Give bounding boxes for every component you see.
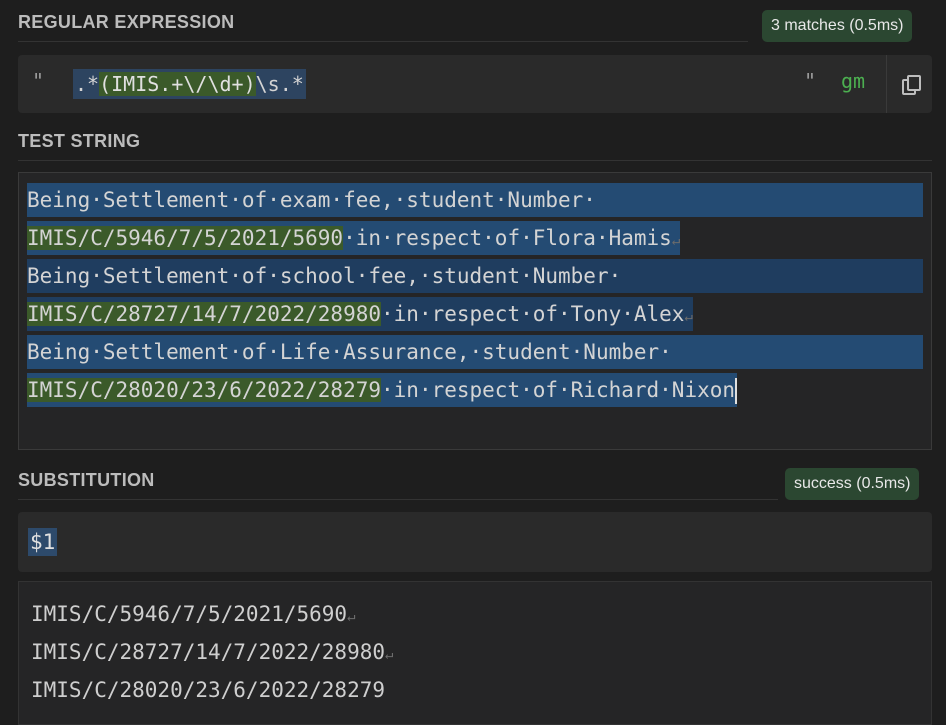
test-line-4: IMIS/C/28727/14/7/2022/28980·in·respect·… — [27, 297, 693, 331]
regex-capture-group: (IMIS.+\/\d+) — [99, 72, 256, 96]
regex-pattern-prefix: .* — [75, 72, 100, 96]
regex-section-title: REGULAR EXPRESSION — [18, 12, 235, 32]
test-line-1: Being·Settlement·of·exam·fee,·student·Nu… — [27, 183, 923, 217]
substitution-result: IMIS/C/5946/7/5/2021/5690↵ IMIS/C/28727/… — [18, 581, 932, 725]
text-cursor — [735, 378, 738, 404]
test-line-5: Being·Settlement·of·Life·Assurance,·stud… — [27, 335, 923, 369]
regex-flags[interactable]: gm — [841, 69, 865, 93]
test-line-3: Being·Settlement·of·school·fee,·student·… — [27, 259, 923, 293]
match-group-1: IMIS/C/5946/7/5/2021/5690 — [27, 226, 344, 250]
regex-divider — [18, 41, 748, 42]
substitution-divider — [18, 499, 778, 500]
copy-regex-button[interactable] — [886, 55, 933, 113]
regex-input-bar[interactable]: " .*(IMIS.+\/\d+)\s.* " gm — [18, 55, 932, 113]
test-divider — [18, 160, 932, 161]
substitution-title: SUBSTITUTION — [18, 470, 155, 490]
copy-icon — [902, 75, 921, 95]
substitution-input-bar[interactable]: $1 — [18, 512, 932, 572]
regex-pattern-suffix: \s.* — [255, 72, 304, 96]
test-line-6: IMIS/C/28020/23/6/2022/28279·in·respect·… — [27, 373, 738, 407]
result-line: IMIS/C/28727/14/7/2022/28980↵ — [31, 640, 394, 664]
test-string-editor[interactable]: Being·Settlement·of·exam·fee,·student·Nu… — [18, 172, 932, 450]
test-string-title: TEST STRING — [18, 131, 141, 151]
match-count-badge: 3 matches (0.5ms) — [762, 10, 913, 42]
substitution-input[interactable]: $1 — [28, 528, 58, 556]
match-group-2: IMIS/C/28727/14/7/2022/28980 — [27, 302, 382, 326]
test-line-2: IMIS/C/5946/7/5/2021/5690·in·respect·of·… — [27, 221, 681, 255]
result-line: IMIS/C/5946/7/5/2021/5690↵ — [31, 602, 356, 626]
substitution-status-badge: success (0.5ms) — [785, 468, 920, 500]
regex-open-delimiter: " — [32, 69, 45, 93]
result-line: IMIS/C/28020/23/6/2022/28279 — [31, 678, 386, 702]
regex-close-delimiter: " — [804, 69, 817, 93]
regex-pattern-input[interactable]: .*(IMIS.+\/\d+)\s.* — [73, 69, 306, 99]
match-group-3: IMIS/C/28020/23/6/2022/28279 — [27, 378, 382, 402]
